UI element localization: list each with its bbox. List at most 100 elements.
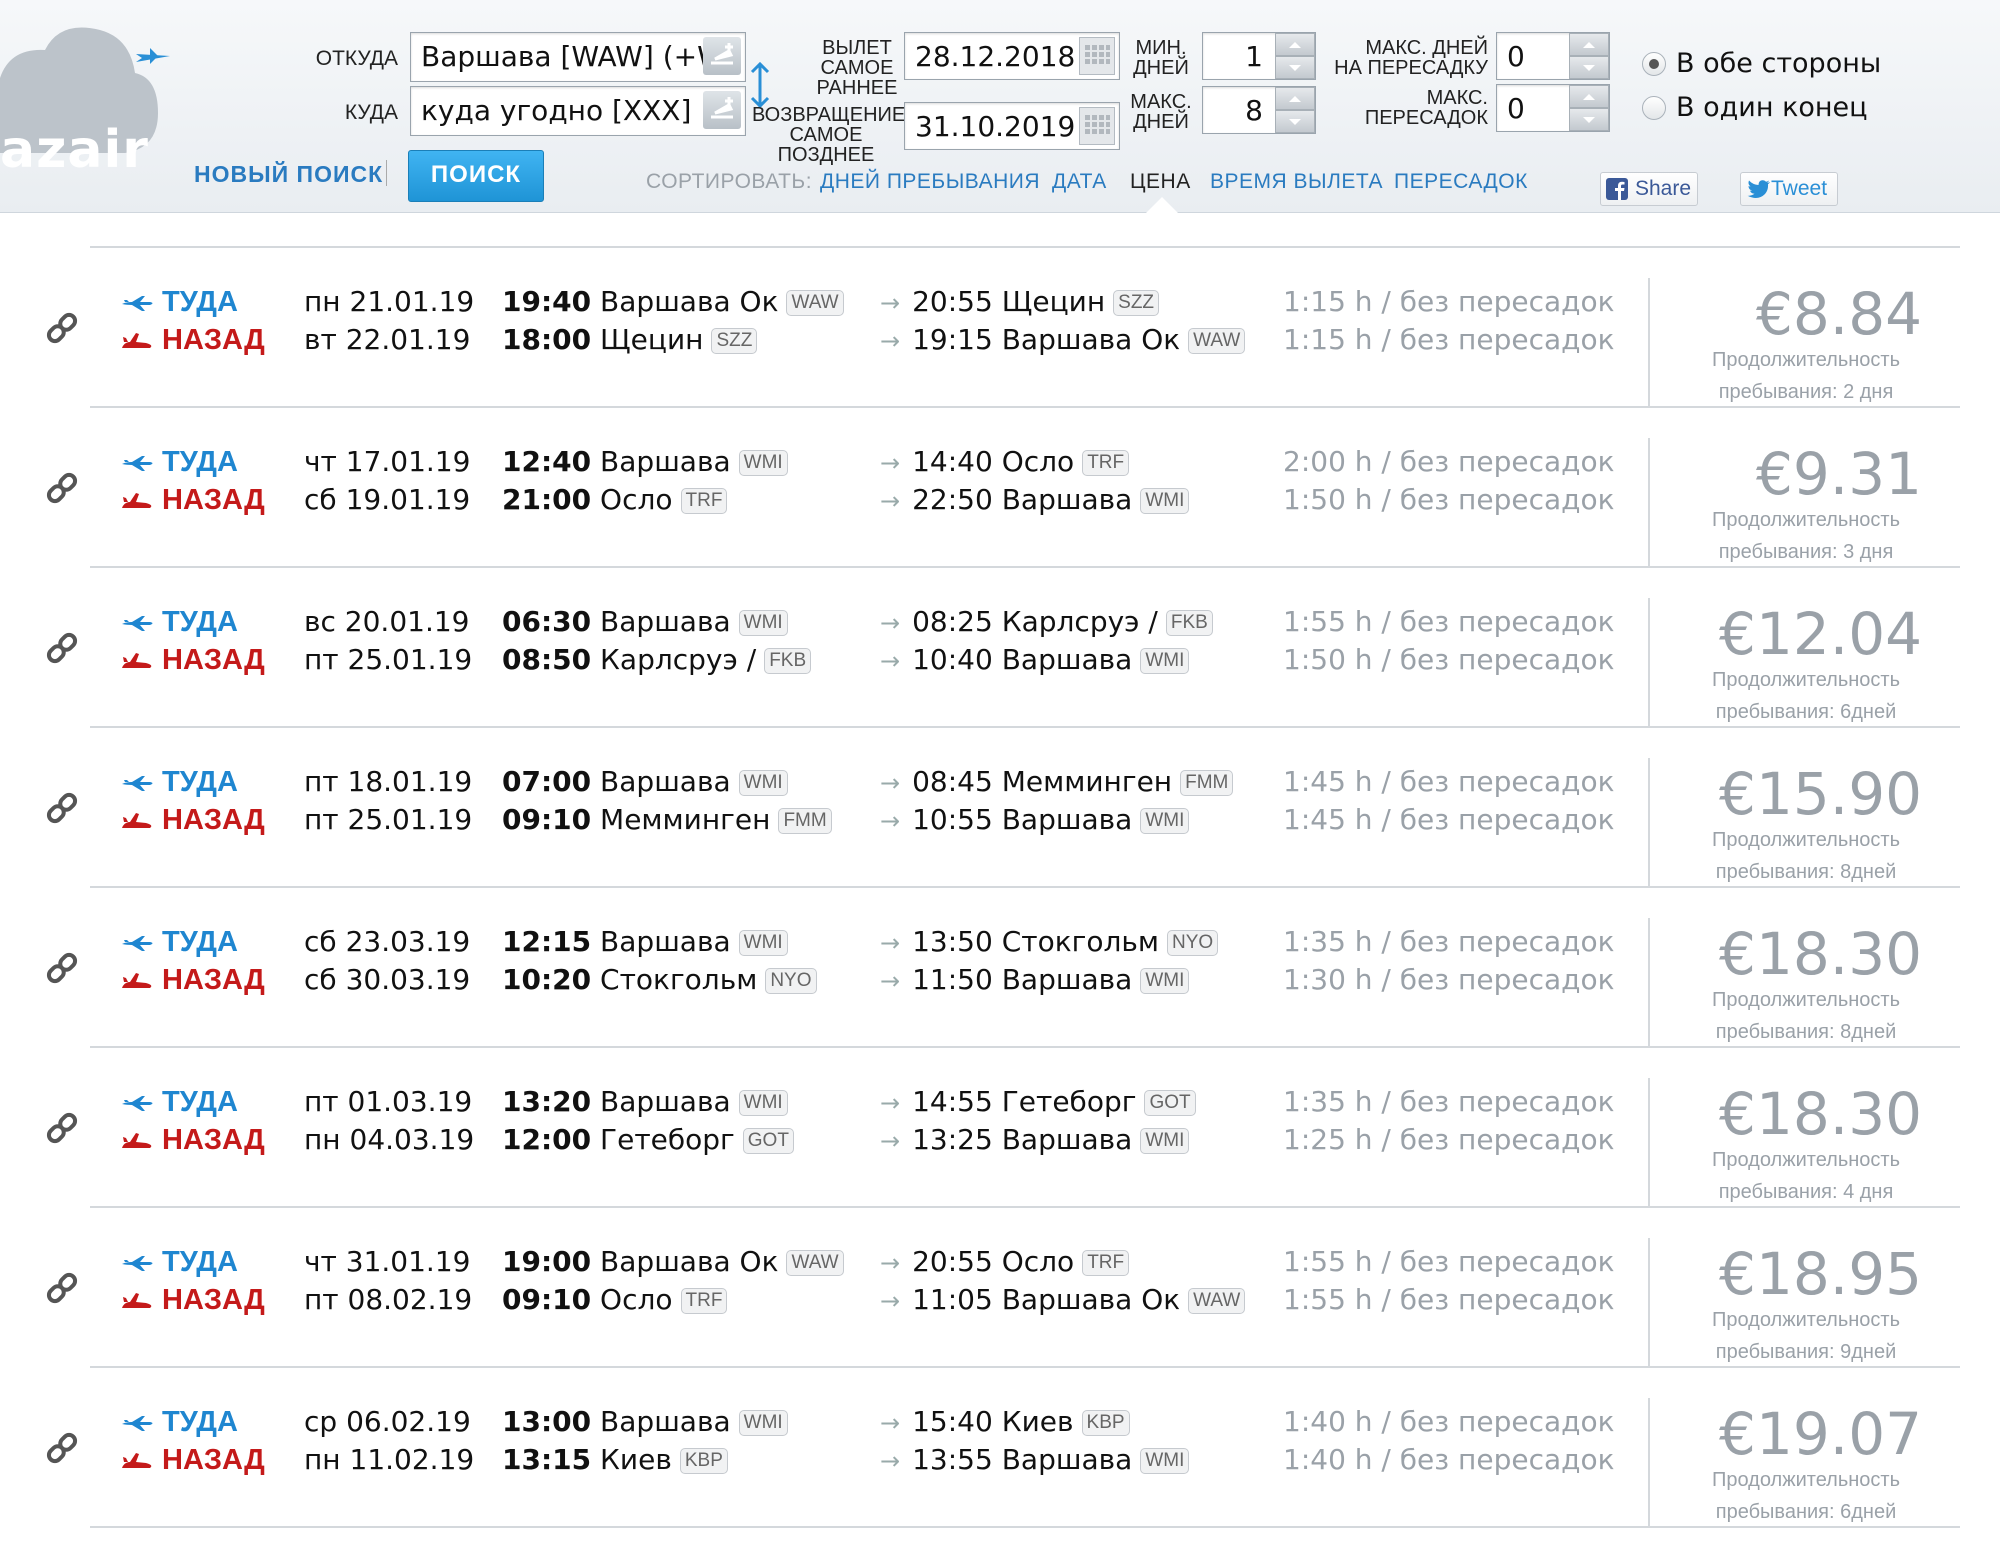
max-changes-label-line1: МАКС. [1426,87,1488,109]
return-date: сб 19.01.19 [304,483,471,516]
result-row[interactable]: ТУДА ср 06.02.19 13:00 Варшава WMI → 15:40… [46,1366,1962,1528]
price-box: €19.07 Продолжительность пребывания: 6дн… [1648,1398,1962,1526]
link-icon[interactable] [44,1430,80,1466]
one-way-label[interactable]: В один конец [1676,92,1868,123]
outbound-label: ТУДА [162,926,238,958]
departure-time: 07:00 [502,765,592,798]
result-row[interactable]: ТУДА пн 21.01.19 19:40 Варшава Ок WAW → 20… [46,246,1962,406]
arrival-time: 13:50 [912,925,993,958]
sort-by-departure-time[interactable]: ВРЕМЯ ВЫЛЕТА [1210,170,1383,194]
max-transfer-days-input[interactable]: 0 [1496,32,1610,80]
departure-city: Варшава [600,605,731,638]
max-changes-input[interactable]: 0 [1496,84,1610,132]
result-row[interactable]: ТУДА пт 01.03.19 13:20 Варшава WMI → 14:55… [46,1046,1960,1206]
price-box: €8.84 Продолжительность пребывания: 2 дн… [1648,278,1962,406]
round-trip-radio[interactable] [1642,52,1666,76]
return-date: пт 25.01.19 [304,643,473,676]
sort-by-days[interactable]: ДНЕЙ ПРЕБЫВАНИЯ [820,170,1040,194]
max-days-stepper[interactable] [1275,87,1315,133]
return-label: ВОЗВРАЩЕНИЕ САМОЕ ПОЗДНЕЕ [752,105,905,165]
plane-landing-icon [122,813,152,828]
departure-time: 13:20 [502,1085,592,1118]
stepper-up-icon[interactable] [1569,33,1609,56]
return-label: НАЗАД [162,324,265,356]
calendar-icon[interactable] [1079,37,1115,75]
sort-by-changes[interactable]: ПЕРЕСАДОК [1394,170,1528,194]
departure-city: Варшава Ок [600,285,779,318]
airport-code: WAW [1188,328,1246,354]
stay-duration-line2: пребывания: 8дней [1715,861,1897,883]
link-icon[interactable] [44,470,80,506]
result-row[interactable]: ТУДА пт 18.01.19 07:00 Варшава WMI → 08:45… [46,726,1960,886]
airport-code: WMI [738,1410,788,1436]
from-picker-button[interactable] [703,37,741,75]
one-way-radio[interactable] [1642,96,1666,120]
return-arrival: → 11:05 Варшава Ок WAW [880,1282,1246,1319]
stepper-up-icon[interactable] [1569,85,1609,108]
link-icon[interactable] [44,950,80,986]
max-changes-stepper[interactable] [1569,85,1609,131]
to-picker-button[interactable] [703,91,741,129]
link-icon[interactable] [44,310,80,346]
plane-departure-icon [122,296,153,311]
departure-city: Варшава [600,1085,731,1118]
swap-arrows-icon[interactable] [748,60,772,110]
round-trip-label[interactable]: В обе стороны [1676,48,1881,79]
departure-time: 19:00 [502,1245,592,1278]
stay-duration-line2: пребывания: 9дней [1715,1341,1897,1363]
return-date: пт 08.02.19 [304,1283,473,1316]
airport-code: WMI [738,930,788,956]
stay-duration-line2: пребывания: 3 дня [1718,541,1894,563]
link-icon[interactable] [44,1270,80,1306]
link-icon[interactable] [44,790,80,826]
max-transfer-days-stepper[interactable] [1569,33,1609,79]
arrival-time: 10:55 [912,803,993,836]
tweet-button[interactable]: Tweet [1740,172,1838,206]
min-days-stepper[interactable] [1275,33,1315,79]
search-button[interactable]: ПОИСК [408,150,544,202]
result-row[interactable]: ТУДА чт 31.01.19 19:00 Варшава Ок WAW → 20… [46,1206,1960,1366]
stay-duration: Продолжительность пребывания: 3 дня [1650,504,1962,568]
outbound-duration: 2:00 h / без пересадок [1283,445,1615,478]
stepper-up-icon[interactable] [1275,33,1315,56]
to-input[interactable]: куда угодно [XXX] [410,86,746,136]
stepper-down-icon[interactable] [1569,108,1609,131]
departure-city: Карлсруэ / [600,643,757,676]
from-input[interactable]: Варшава [WAW] (+W [410,32,746,82]
result-row[interactable]: ТУДА чт 17.01.19 12:40 Варшава WMI → 14:40… [46,406,1962,568]
stepper-down-icon[interactable] [1275,56,1315,79]
facebook-share-button[interactable]: Share [1600,172,1698,206]
link-icon[interactable] [44,1110,80,1146]
sort-by-date[interactable]: ДАТА [1052,170,1107,194]
outbound-duration: 1:55 h / без пересадок [1283,1245,1615,1278]
outbound-label: ТУДА [162,286,238,318]
stepper-down-icon[interactable] [1569,56,1609,79]
result-row[interactable]: ТУДА вс 20.01.19 06:30 Варшава WMI → 08:25… [46,566,1960,726]
arrow-icon: → [880,967,901,995]
azair-logo[interactable]: azair [0,18,170,180]
results-list: ТУДА пн 21.01.19 19:40 Варшава Ок WAW → 20… [46,246,1962,1528]
return-departure: 13:15 Киев KBP [502,1442,728,1478]
departure-city: Мемминген [600,803,771,836]
link-icon[interactable] [44,630,80,666]
arrival-city: Осло [1001,445,1075,478]
departure-time: 06:30 [502,605,592,638]
return-arrival: → 11:50 Варшава WMI [880,962,1190,999]
departure-city: Варшава [600,445,731,478]
arrow-icon: → [880,487,901,515]
new-search-link[interactable]: НОВЫЙ ПОИСК [194,161,383,188]
result-row[interactable]: ТУДА сб 23.03.19 12:15 Варшава WMI → 13:50… [46,886,1960,1046]
max-days-input[interactable]: 8 [1202,86,1316,134]
sort-by-price[interactable]: ЦЕНА [1130,170,1191,194]
departure-time: 10:20 [502,963,592,996]
calendar-icon[interactable] [1079,107,1115,145]
airport-code: WMI [1140,808,1190,834]
stepper-down-icon[interactable] [1275,110,1315,133]
stepper-up-icon[interactable] [1275,87,1315,110]
return-date-input[interactable]: 31.10.2019 [904,102,1120,150]
departure-date-input[interactable]: 28.12.2018 [904,32,1120,80]
min-days-input[interactable]: 1 [1202,32,1316,80]
arrival-time: 13:55 [912,1443,993,1476]
return-label: НАЗАД [162,484,265,516]
outbound-date: вс 20.01.19 [304,605,470,638]
